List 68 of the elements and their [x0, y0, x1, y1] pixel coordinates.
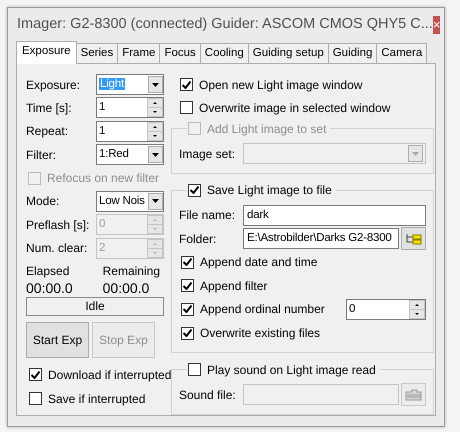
- checkbox[interactable]: Overwrite image in selected window: [180, 97, 390, 118]
- dropdown[interactable]: Low Nois: [96, 190, 164, 212]
- checkbox[interactable]: Play sound on Light image read: [188, 361, 376, 378]
- folder-icon: [405, 232, 422, 245]
- checkbox[interactable]: Append ordinal number: [179, 298, 325, 320]
- timer-value: 00:00.0: [26, 280, 73, 296]
- caret-icon: [152, 152, 159, 157]
- spin-field[interactable]: 1: [96, 120, 164, 142]
- text-field[interactable]: dark: [243, 204, 426, 226]
- tick-box: [188, 363, 201, 376]
- field-label: Num. clear:: [26, 240, 88, 258]
- close-button[interactable]: ×: [432, 16, 440, 34]
- spin-buttons-icon[interactable]: [147, 98, 163, 118]
- tab[interactable]: Focus: [159, 43, 201, 63]
- field-label: Image set:: [179, 146, 236, 162]
- timer-value: 00:00.0: [102, 280, 150, 296]
- dropdown[interactable]: 1:Red: [96, 144, 164, 166]
- text-field[interactable]: E:\Astrobilder\Darks G2-8300: [243, 228, 399, 250]
- caret-icon: [152, 199, 159, 204]
- field-label: Mode:: [26, 193, 60, 210]
- tick-box: [181, 302, 194, 316]
- window-title: Imager: G2-8300 (connected) Guider: ASCOM CMOS QHY5 C...: [17, 14, 433, 34]
- checkbox[interactable]: Append filter: [179, 275, 268, 296]
- spin-field[interactable]: 1: [96, 97, 164, 118]
- spin-buttons-icon[interactable]: [147, 122, 163, 141]
- dropdown-button[interactable]: [148, 76, 163, 93]
- field-label: Time [s]:: [26, 100, 72, 117]
- tab[interactable]: Guiding: [328, 43, 378, 63]
- dropdown-button[interactable]: [148, 192, 163, 210]
- field-label: File name:: [179, 207, 236, 224]
- spin-field[interactable]: 0: [346, 298, 426, 320]
- checkbox[interactable]: Save Light image to file: [188, 182, 332, 199]
- tab[interactable]: Camera: [376, 43, 428, 63]
- checkbox[interactable]: Overwrite existing files: [179, 322, 320, 344]
- tick-box: [180, 78, 193, 91]
- tick-box: [180, 101, 193, 114]
- tab[interactable]: Series: [76, 43, 118, 63]
- tab[interactable]: Exposure: [16, 41, 77, 64]
- caret-icon: [412, 152, 419, 156]
- status-bar: Idle: [26, 297, 164, 316]
- field-label: Preflash [s]:: [26, 216, 90, 234]
- field-label: Repeat:: [26, 123, 68, 140]
- tick-box: [188, 122, 201, 135]
- browse-button[interactable]: [401, 227, 426, 250]
- timer-label: Elapsed: [26, 263, 70, 280]
- exposure-button[interactable]: Start Exp: [26, 322, 89, 358]
- checkbox[interactable]: Save if interrupted: [29, 388, 146, 410]
- field-label: Filter:: [26, 146, 56, 164]
- tick-box: [188, 184, 201, 197]
- tick-box: [181, 256, 194, 269]
- field-label: Sound file:: [179, 386, 237, 404]
- tick-box: [28, 172, 41, 185]
- caret-icon: [152, 82, 159, 86]
- field-label: Exposure:: [26, 76, 80, 94]
- tick-box: [181, 279, 194, 292]
- tab[interactable]: Cooling: [200, 43, 249, 63]
- folder-icon: [405, 388, 422, 401]
- tab[interactable]: Frame: [117, 43, 160, 63]
- checkbox[interactable]: Open new Light image window: [180, 74, 362, 95]
- tick-box: [29, 368, 42, 382]
- field-label: Folder:: [179, 230, 218, 248]
- checkbox[interactable]: Append date and time: [179, 252, 318, 273]
- tick-box: [181, 326, 194, 340]
- tab[interactable]: Guiding setup: [248, 43, 329, 63]
- timer-label: Remaining: [102, 263, 160, 280]
- tick-box: [29, 392, 42, 406]
- dropdown-button[interactable]: [148, 146, 163, 164]
- spin-buttons-icon[interactable]: [409, 300, 425, 319]
